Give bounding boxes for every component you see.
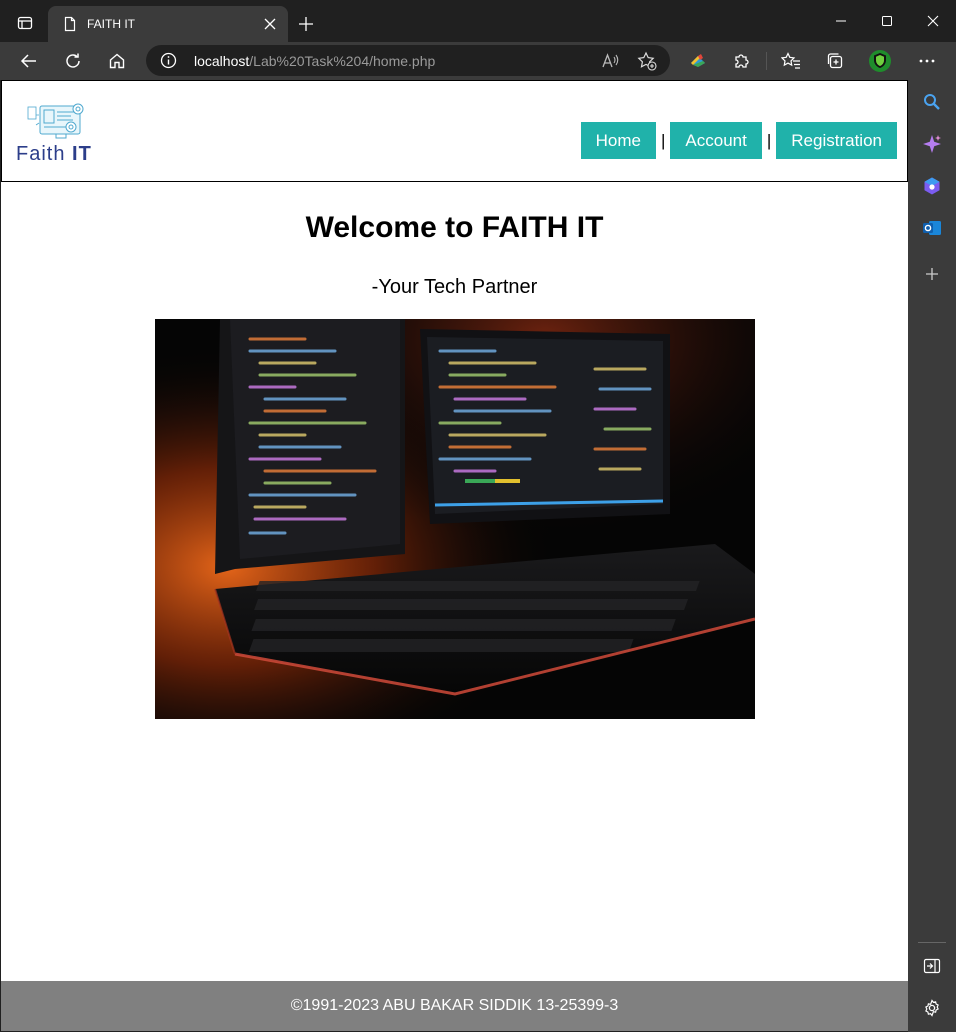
nav-account-link[interactable]: Account	[670, 122, 762, 159]
browser-sidebar	[908, 80, 956, 1032]
sidebar-games-button[interactable]	[918, 172, 946, 200]
title-bar: FAITH IT	[0, 0, 956, 42]
tab-title: FAITH IT	[87, 17, 135, 31]
sidebar-outlook-button[interactable]	[918, 214, 946, 242]
hide-sidebar-icon	[923, 958, 941, 974]
sidebar-divider	[918, 942, 946, 943]
settings-icon	[925, 999, 939, 1017]
copilot-icon	[923, 135, 941, 153]
site-nav: Home | Account | Registration	[580, 122, 897, 159]
plus-icon	[926, 268, 938, 280]
minimize-button[interactable]	[818, 0, 864, 42]
browser-window: FAITH IT localhost/Lab%20Task%204/home.p…	[0, 0, 956, 1032]
collections-button[interactable]	[819, 46, 851, 76]
read-aloud-icon	[602, 53, 619, 68]
sidebar-add-button[interactable]	[918, 260, 946, 288]
plus-icon	[299, 17, 313, 31]
favorite-add-icon	[637, 51, 657, 71]
refresh-icon	[66, 53, 80, 68]
outlook-icon	[923, 221, 941, 235]
profile-button[interactable]	[864, 46, 896, 76]
games-icon	[924, 177, 940, 195]
address-bar[interactable]: localhost/Lab%20Task%204/home.php	[146, 45, 670, 76]
back-icon	[20, 54, 36, 68]
url-text: localhost/Lab%20Task%204/home.php	[194, 53, 435, 69]
minimize-icon	[836, 20, 846, 22]
close-window-button[interactable]	[910, 0, 956, 42]
maximize-button[interactable]	[864, 0, 910, 42]
browser-toolbar: localhost/Lab%20Task%204/home.php	[0, 42, 956, 80]
info-icon	[160, 52, 177, 69]
sidebar-search-button[interactable]	[918, 88, 946, 116]
welcome-heading: Welcome to FAITH IT	[1, 211, 908, 245]
back-button[interactable]	[13, 46, 45, 76]
toolbar-divider	[766, 52, 767, 70]
site-header: Faith IT Home | Account | Registration	[1, 80, 908, 182]
maximize-icon	[882, 16, 892, 26]
nav-separator: |	[766, 130, 772, 150]
close-icon	[264, 18, 276, 30]
more-button[interactable]	[911, 46, 943, 76]
favorites-button[interactable]	[775, 46, 807, 76]
search-icon	[924, 94, 940, 110]
extension-button[interactable]	[682, 46, 714, 76]
page-icon	[64, 16, 76, 32]
tab-actions-icon	[17, 16, 33, 30]
nav-home-link[interactable]: Home	[580, 122, 656, 159]
home-icon	[109, 53, 125, 69]
welcome-brand: FAITH IT	[481, 211, 604, 244]
hide-sidebar-button[interactable]	[918, 952, 946, 980]
read-aloud-button[interactable]	[600, 50, 622, 72]
site-footer: ©1991-2023 ABU BAKAR SIDDIK 13-25399-3	[1, 981, 908, 1031]
hero-image	[155, 319, 755, 719]
extension-colorful-icon	[691, 54, 705, 67]
logo-text-it: IT	[72, 143, 92, 165]
collections-icon	[827, 53, 843, 69]
web-page: Faith IT Home | Account | Registration W…	[1, 80, 908, 1031]
profile-shield-icon	[869, 50, 891, 72]
welcome-prefix: Welcome to	[305, 211, 482, 244]
tab-actions-button[interactable]	[8, 8, 42, 38]
home-button[interactable]	[101, 46, 133, 76]
url-host: localhost	[194, 53, 250, 69]
close-tab-button[interactable]	[256, 10, 284, 38]
nav-registration-link[interactable]: Registration	[776, 122, 897, 159]
tagline: -Your Tech Partner	[371, 276, 538, 298]
url-path: /Lab%20Task%204/home.php	[249, 53, 436, 69]
puzzle-icon	[735, 54, 749, 68]
close-icon	[927, 15, 939, 27]
sidebar-copilot-button[interactable]	[918, 130, 946, 158]
logo-text-faith: Faith	[16, 143, 73, 165]
site-logo-text: Faith IT	[16, 143, 92, 166]
extensions-button[interactable]	[726, 46, 758, 76]
nav-separator: |	[661, 130, 666, 150]
refresh-button[interactable]	[57, 46, 89, 76]
sidebar-settings-button[interactable]	[918, 994, 946, 1022]
favorites-icon	[781, 52, 800, 69]
browser-tab[interactable]: FAITH IT	[48, 6, 288, 42]
new-tab-button[interactable]	[292, 10, 320, 38]
more-icon	[919, 59, 935, 63]
computer-setup-illustration	[155, 319, 755, 719]
add-favorite-button[interactable]	[636, 50, 658, 72]
